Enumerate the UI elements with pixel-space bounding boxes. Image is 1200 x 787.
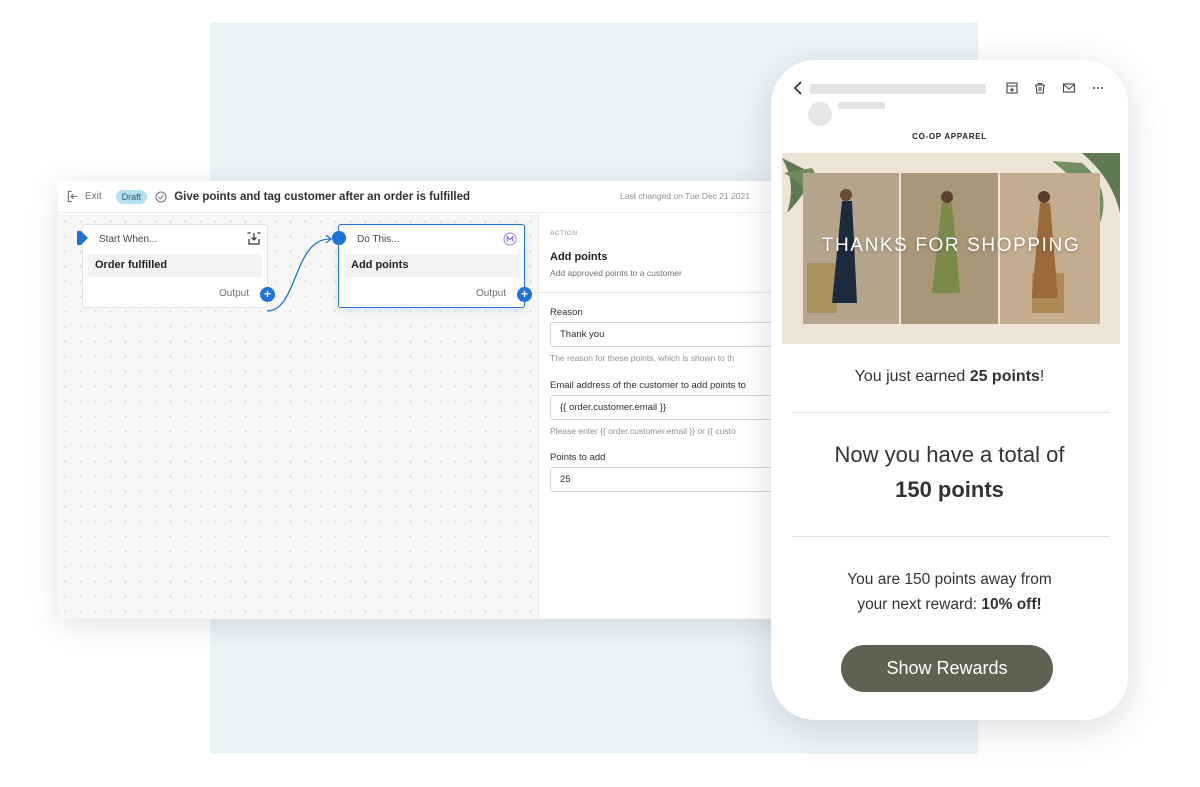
trigger-node[interactable]: Start When... Order fulfilled Output + [77, 224, 275, 308]
action-node[interactable]: Do This... Add points Output + [332, 224, 532, 308]
action-node-header: Do This... [357, 234, 400, 245]
back-chevron-icon[interactable] [791, 80, 805, 96]
total-line-2: 150 points [895, 477, 1004, 502]
subject-placeholder [810, 84, 986, 94]
away-prefix: your next reward: [857, 596, 982, 613]
sender-avatar [808, 102, 832, 126]
archive-icon[interactable] [1005, 81, 1019, 95]
total-line-1: Now you have a total of [834, 442, 1065, 467]
more-icon[interactable] [1091, 81, 1105, 95]
action-add-button[interactable]: + [517, 287, 532, 302]
download-icon[interactable] [247, 232, 261, 246]
away-line-2: your next reward: 10% off! [771, 596, 1128, 614]
check-circle-icon [155, 191, 167, 202]
exit-icon [67, 190, 78, 203]
email-label: Email address of the customer to add poi… [550, 380, 746, 391]
trigger-node-value: Order fulfilled [88, 254, 262, 277]
action-description: Add approved points to a customer [550, 268, 682, 278]
email-input[interactable]: {{ order.customer.email }} [550, 395, 790, 420]
panel-divider [539, 292, 798, 293]
points-label: Points to add [550, 452, 606, 463]
phone-email-preview: CO-OP APPAREL THANKS FOR SHOPPING You ju… [771, 60, 1128, 720]
exit-label: Exit [85, 191, 102, 202]
editor-topbar: Exit Draft Give points and tag customer … [58, 181, 798, 213]
status-badge: Draft [115, 189, 148, 204]
reason-help: The reason for these points, which is sh… [550, 353, 735, 363]
action-input-port[interactable] [332, 231, 346, 245]
away-reward: 10% off! [981, 596, 1042, 613]
earned-text: You just earned 25 points! [771, 368, 1128, 386]
reason-label: Reason [550, 307, 583, 318]
email-help: Please enter {{ order.customer.email }} … [550, 426, 736, 436]
sender-placeholder [838, 102, 885, 109]
flow-editor-window: Exit Draft Give points and tag customer … [58, 181, 798, 619]
trigger-node-header: Start When... [99, 234, 158, 245]
away-line-1: You are 150 points away from [847, 571, 1052, 588]
hero-text: THANKS FOR SHOPPING [821, 235, 1081, 256]
last-changed-text: Last changed on Tue Dec 21 2021 [620, 191, 750, 201]
hero-image: THANKS FOR SHOPPING [782, 153, 1120, 344]
stage: Exit Draft Give points and tag customer … [0, 0, 1200, 787]
divider-1 [792, 412, 1110, 413]
app-badge-icon [503, 232, 517, 246]
action-output-label: Output [475, 288, 506, 299]
trash-icon[interactable] [1033, 81, 1047, 95]
reason-input[interactable]: Thank you [550, 322, 790, 347]
earned-suffix: ! [1039, 368, 1045, 385]
trigger-start-icon [77, 231, 88, 245]
action-node-value: Add points [344, 254, 519, 277]
action-settings-panel: ACTION Add points Add approved points to… [538, 214, 798, 619]
exit-button[interactable]: Exit [66, 190, 102, 203]
action-title: Add points [550, 251, 608, 263]
earned-prefix: You just earned [854, 368, 970, 385]
divider-2 [792, 536, 1110, 537]
section-label: ACTION [550, 230, 578, 237]
brand-name: CO-OP APPAREL [912, 132, 987, 141]
trigger-add-button[interactable]: + [260, 287, 275, 302]
show-rewards-button[interactable]: Show Rewards [841, 645, 1053, 692]
earned-points: 25 points [969, 368, 1040, 385]
points-input[interactable]: 25 [550, 467, 790, 492]
workflow-canvas[interactable]: Start When... Order fulfilled Output + D… [58, 214, 538, 619]
mail-icon[interactable] [1062, 81, 1076, 95]
flow-title[interactable]: Give points and tag customer after an or… [174, 191, 470, 203]
trigger-output-label: Output [218, 288, 249, 299]
